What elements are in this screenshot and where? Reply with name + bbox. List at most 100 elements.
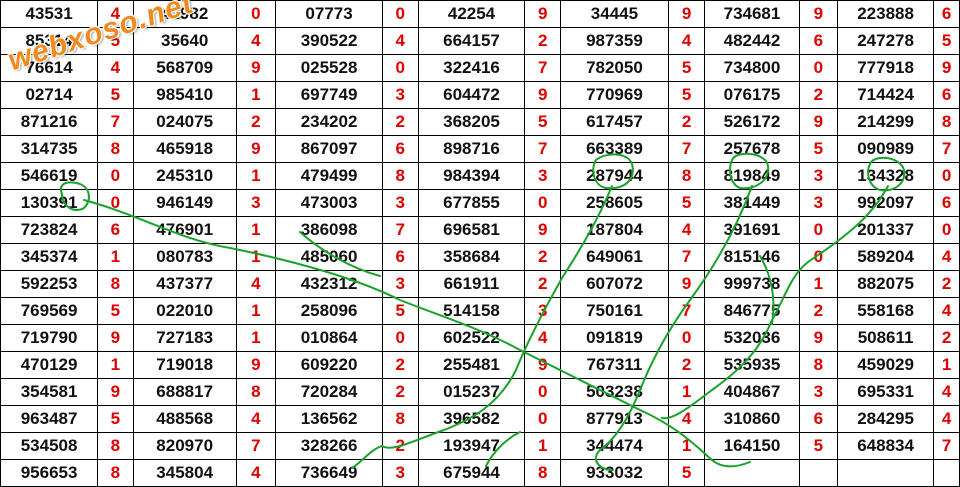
result-digit: 8 — [933, 108, 960, 136]
result-digit: 0 — [524, 405, 561, 433]
result-number: 736649 — [275, 459, 384, 487]
result-number: 820970 — [132, 432, 237, 460]
result-number: 607072 — [559, 270, 669, 298]
result-digit: 5 — [97, 405, 134, 433]
result-digit: 4 — [933, 378, 960, 406]
result-digit: 8 — [235, 378, 277, 406]
result-number: 470129 — [0, 351, 99, 379]
result-digit: 2 — [933, 270, 960, 298]
result-number: 34445 — [559, 0, 669, 28]
table-row: 963487 5 488568 4 136562 8 396582 0 877913 4 31086… — [0, 405, 960, 433]
result-number: 604472 — [417, 81, 526, 109]
result-digit: 7 — [933, 432, 960, 460]
result-number: 720284 — [275, 378, 384, 406]
result-number: 727183 — [132, 324, 237, 352]
result-number: 390522 — [275, 27, 384, 55]
result-number: 432312 — [275, 270, 384, 298]
result-digit: 7 — [235, 432, 277, 460]
result-number: 080783 — [132, 243, 237, 271]
result-number: 877913 — [559, 405, 669, 433]
result-digit: 8 — [97, 135, 134, 163]
result-number: 459029 — [836, 351, 935, 379]
result-digit: 5 — [667, 189, 706, 217]
result-number: 846775 — [704, 297, 800, 325]
result-number: 368205 — [417, 108, 526, 136]
result-digit: 4 — [667, 27, 706, 55]
result-digit: 8 — [97, 270, 134, 298]
result-number: 534508 — [0, 432, 99, 460]
result-digit: 7 — [524, 54, 561, 82]
result-digit: 5 — [798, 432, 839, 460]
result-number: 532036 — [704, 324, 800, 352]
result-digit: 4 — [382, 27, 419, 55]
result-number: 223888 — [836, 0, 935, 28]
result-number: 328266 — [275, 432, 384, 460]
result-digit: 4 — [235, 27, 277, 55]
result-number: 999738 — [704, 270, 800, 298]
result-number: 344474 — [559, 432, 669, 460]
result-digit: 5 — [798, 135, 839, 163]
result-number: 882075 — [836, 270, 935, 298]
result-digit: 8 — [382, 162, 419, 190]
result-number: 310860 — [704, 405, 800, 433]
result-digit: 5 — [97, 297, 134, 325]
result-digit: 2 — [382, 378, 419, 406]
result-digit: 2 — [524, 27, 561, 55]
result-digit: 3 — [235, 189, 277, 217]
result-digit: 4 — [235, 459, 277, 487]
result-number: 782050 — [559, 54, 669, 82]
result-number: 609220 — [275, 351, 384, 379]
result-number: 234202 — [275, 108, 384, 136]
result-digit: 5 — [933, 27, 960, 55]
result-digit: 3 — [798, 189, 839, 217]
result-digit: 1 — [524, 432, 561, 460]
result-digit: 1 — [933, 351, 960, 379]
result-digit: 8 — [524, 459, 561, 487]
results-body: 43531 4 42982 0 07773 0 42254 9 34445 9 734681 9 223… — [0, 0, 960, 487]
table-row: 546619 0 245310 1 479499 8 984394 3 287944 8 81984… — [0, 162, 960, 190]
table-row: 314735 8 465918 9 867097 6 898716 7 663389 7 25767… — [0, 135, 960, 163]
table-row: 534508 8 820970 7 328266 2 193947 1 344474 1 16415… — [0, 432, 960, 460]
result-number: 130391 — [0, 189, 99, 217]
result-number: 025528 — [275, 54, 384, 82]
result-digit: 0 — [382, 54, 419, 82]
result-number: 404867 — [704, 378, 800, 406]
result-number: 476901 — [132, 216, 237, 244]
result-number: 898716 — [417, 135, 526, 163]
result-digit: 3 — [798, 378, 839, 406]
result-digit: 9 — [97, 378, 134, 406]
table-row: 723824 6 476901 1 386098 7 696581 9 187804 4 39169… — [0, 216, 960, 244]
result-number: 592253 — [0, 270, 99, 298]
result-digit: 4 — [933, 405, 960, 433]
result-digit: 1 — [667, 378, 706, 406]
result-digit — [798, 459, 839, 487]
result-digit: 2 — [382, 432, 419, 460]
result-digit: 5 — [667, 54, 706, 82]
result-number: 479499 — [275, 162, 384, 190]
result-digit: 8 — [667, 162, 706, 190]
table-row: 871216 7 024075 2 234202 2 368205 5 617457 2 52617… — [0, 108, 960, 136]
result-number: 381449 — [704, 189, 800, 217]
result-number: 963487 — [0, 405, 99, 433]
result-digit: 1 — [235, 243, 277, 271]
result-digit: 9 — [667, 270, 706, 298]
result-digit: 0 — [933, 162, 960, 190]
result-number: 015237 — [417, 378, 526, 406]
result-number: 514158 — [417, 297, 526, 325]
result-number: 992097 — [836, 189, 935, 217]
result-number: 258096 — [275, 297, 384, 325]
result-digit: 7 — [667, 243, 706, 271]
result-digit: 3 — [382, 459, 419, 487]
result-number: 734800 — [704, 54, 800, 82]
result-digit: 0 — [798, 216, 839, 244]
result-number: 287944 — [559, 162, 669, 190]
result-number: 02714 — [0, 81, 99, 109]
result-digit: 1 — [235, 297, 277, 325]
result-number: 465918 — [132, 135, 237, 163]
result-digit: 8 — [97, 432, 134, 460]
result-digit: 4 — [667, 216, 706, 244]
result-number: 187804 — [559, 216, 669, 244]
result-number: 022010 — [132, 297, 237, 325]
result-number: 437377 — [132, 270, 237, 298]
result-digit: 1 — [235, 324, 277, 352]
